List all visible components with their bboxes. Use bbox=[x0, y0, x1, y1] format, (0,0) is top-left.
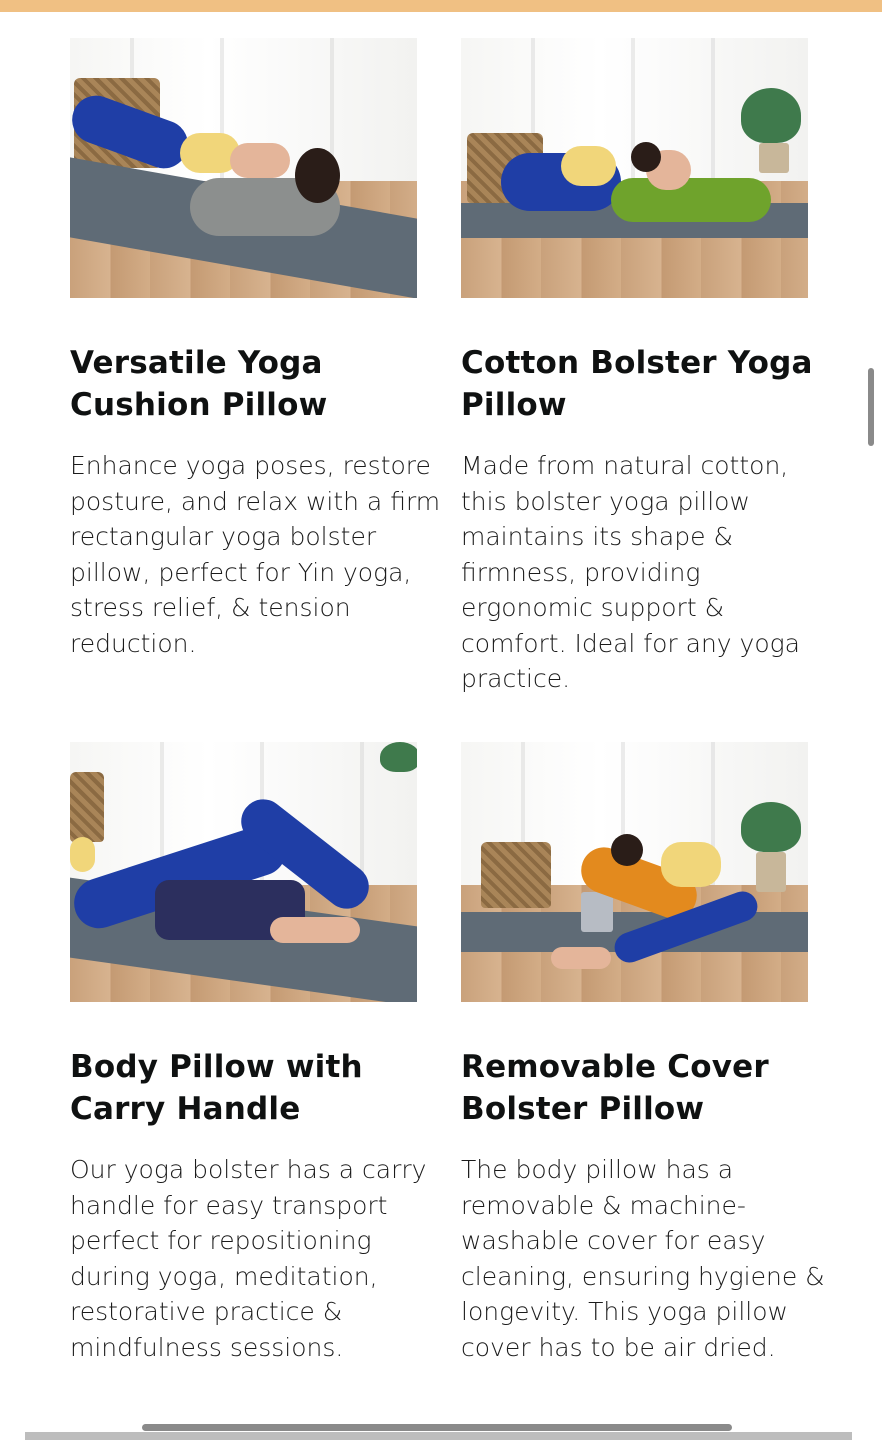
product-image[interactable] bbox=[70, 38, 417, 298]
feature-card-4: Removable Cover Bolster Pillow The body … bbox=[461, 742, 825, 1362]
top-accent-bar bbox=[0, 0, 882, 12]
card-description: Enhance yoga poses, restore posture, and… bbox=[70, 451, 441, 658]
horizontal-scrollbar-thumb[interactable] bbox=[142, 1424, 732, 1431]
feature-card-1: Versatile Yoga Cushion Pillow Enhance yo… bbox=[70, 38, 440, 658]
card-title: Versatile Yoga Cushion Pillow bbox=[70, 345, 328, 423]
product-image[interactable] bbox=[461, 38, 808, 298]
vertical-scrollbar-thumb[interactable] bbox=[868, 368, 874, 446]
card-title: Body Pillow with Carry Handle bbox=[70, 1049, 363, 1127]
product-image[interactable] bbox=[461, 742, 808, 1002]
product-image[interactable] bbox=[70, 742, 417, 1002]
next-section-peek bbox=[25, 1432, 852, 1440]
card-description: Made from natural cotton, this bolster y… bbox=[461, 451, 800, 693]
card-title: Removable Cover Bolster Pillow bbox=[461, 1049, 769, 1127]
card-description: Our yoga bolster has a carry handle for … bbox=[70, 1155, 427, 1362]
feature-card-2: Cotton Bolster Yoga Pillow Made from nat… bbox=[461, 38, 812, 693]
feature-card-3: Body Pillow with Carry Handle Our yoga b… bbox=[70, 742, 426, 1362]
card-description: The body pillow has a removable & machin… bbox=[461, 1155, 825, 1362]
card-title: Cotton Bolster Yoga Pillow bbox=[461, 345, 813, 423]
